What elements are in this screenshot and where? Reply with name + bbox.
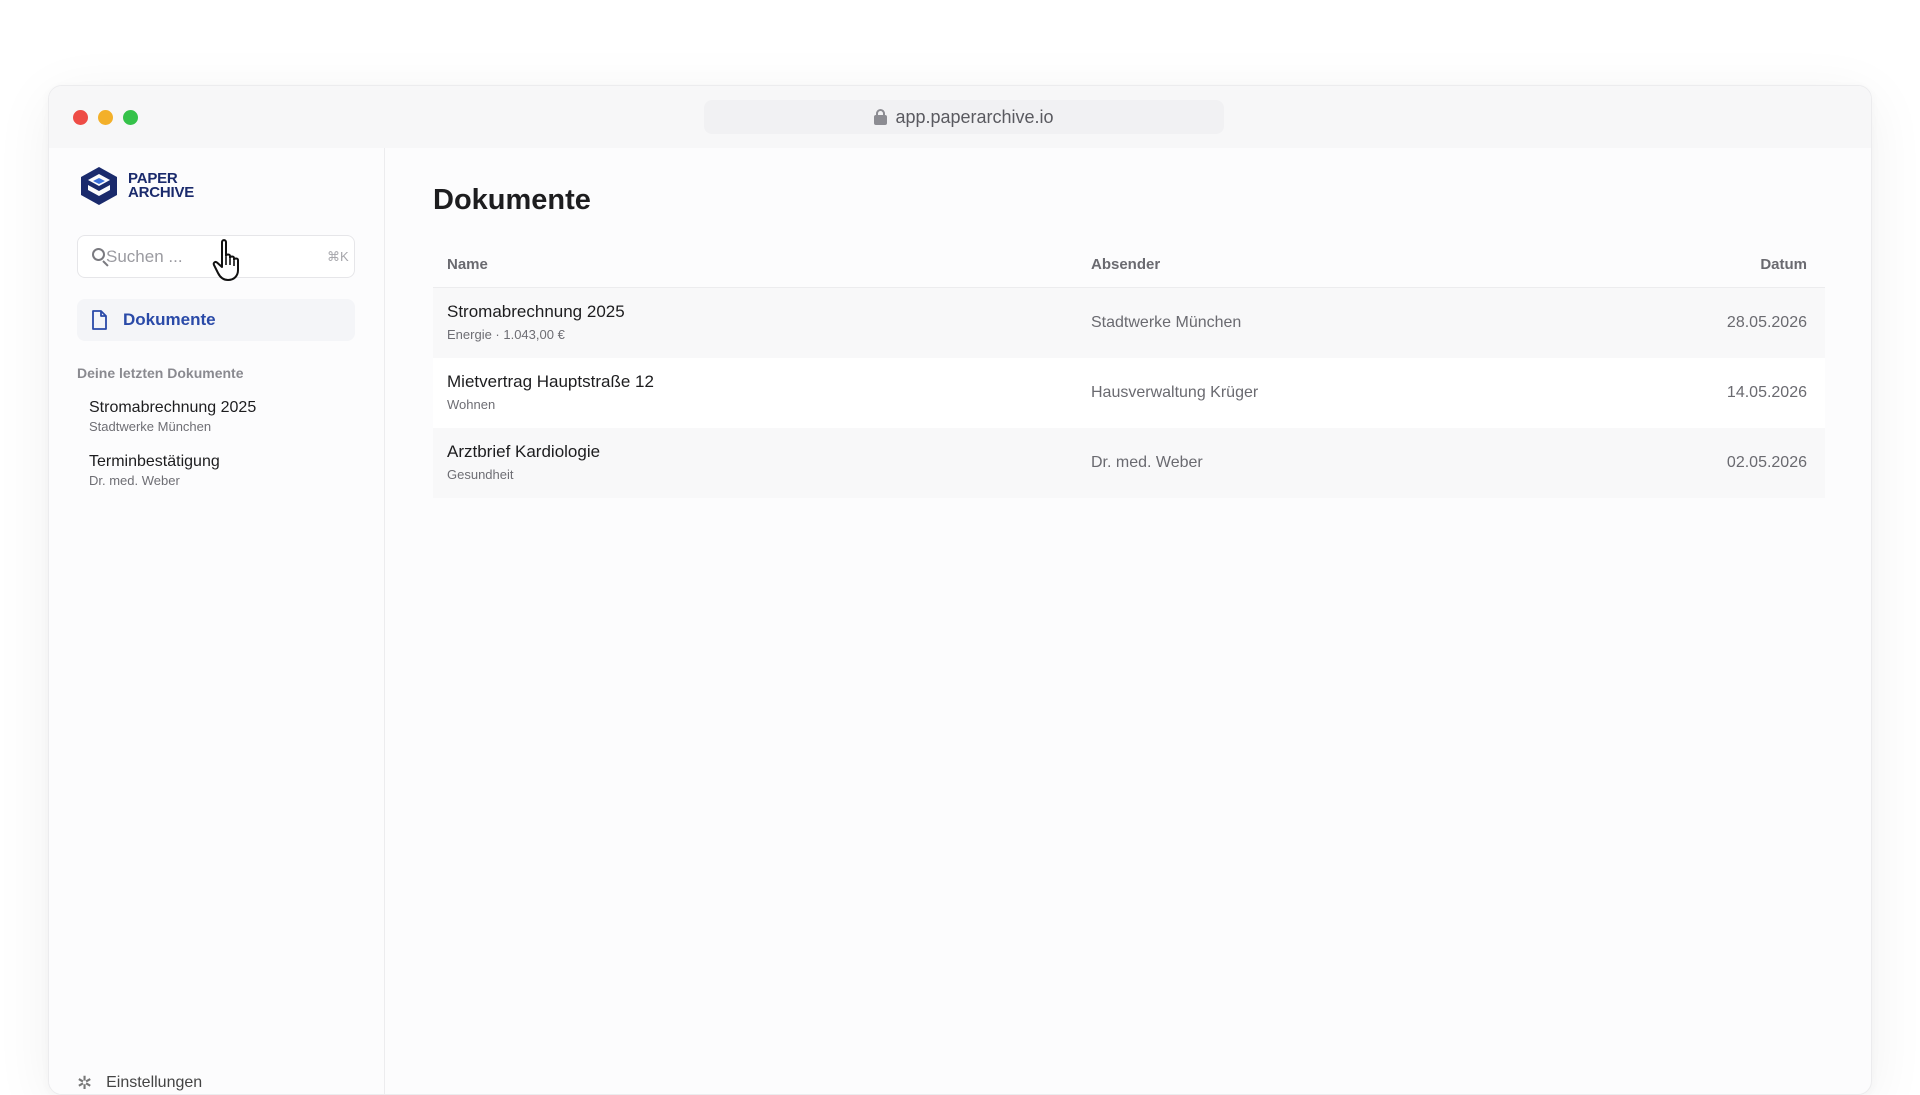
- document-date: 28.05.2026: [1726, 314, 1807, 331]
- document-meta: Wohnen: [447, 397, 496, 412]
- column-header-date[interactable]: Datum: [1625, 256, 1825, 273]
- address-bar[interactable]: app.paperarchive.io: [704, 100, 1224, 134]
- recent-documents-list: Stromabrechnung 2025 Stadtwerke München …: [89, 398, 256, 506]
- main-content: Dokumente Name Absender Datum Stromabrec…: [385, 148, 1871, 1094]
- recent-document-item[interactable]: Terminbestätigung Dr. med. Weber: [89, 452, 256, 490]
- document-title: Stromabrechnung 2025: [447, 302, 625, 321]
- document-meta: Energie · 1.043,00 €: [447, 327, 565, 342]
- close-window-button[interactable]: [73, 110, 88, 125]
- paper-archive-logo-icon: [81, 167, 117, 205]
- recent-document-sender: Stadtwerke München: [89, 419, 212, 434]
- recent-documents-heading: Deine letzten Dokumente: [77, 365, 244, 381]
- recent-document-item[interactable]: Stromabrechnung 2025 Stadtwerke München: [89, 398, 256, 436]
- titlebar: app.paperarchive.io: [49, 86, 1871, 148]
- lock-icon: [874, 109, 888, 125]
- settings-label: Einstellungen: [106, 1074, 203, 1091]
- document-date: 14.05.2026: [1726, 384, 1807, 401]
- maximize-window-button[interactable]: [123, 110, 138, 125]
- document-icon: [92, 310, 107, 330]
- document-sender: Stadtwerke München: [1091, 314, 1242, 331]
- document-title: Arztbrief Kardiologie: [447, 442, 601, 461]
- table-body: Stromabrechnung 2025 Energie · 1.043,00 …: [433, 288, 1825, 498]
- url-text: app.paperarchive.io: [895, 106, 1054, 127]
- document-meta: Gesundheit: [447, 467, 514, 482]
- table-row[interactable]: Stromabrechnung 2025 Energie · 1.043,00 …: [433, 288, 1825, 358]
- browser-window: app.paperarchive.io PAPER ARCHIVE ⌘K: [48, 85, 1872, 1095]
- document-title: Mietvertrag Hauptstraße 12: [447, 372, 654, 391]
- document-date: 02.05.2026: [1726, 454, 1807, 471]
- column-header-sender[interactable]: Absender: [1091, 256, 1625, 273]
- recent-document-title: Stromabrechnung 2025: [89, 399, 257, 416]
- recent-document-title: Terminbestätigung: [89, 453, 220, 470]
- document-sender: Dr. med. Weber: [1091, 454, 1203, 471]
- sidebar-item-dokumente[interactable]: Dokumente: [77, 299, 355, 341]
- column-header-name[interactable]: Name: [433, 256, 1091, 273]
- sidebar-item-label: Dokumente: [123, 310, 216, 329]
- gear-icon: ✲: [77, 1073, 93, 1093]
- settings-link[interactable]: ✲ Einstellungen: [77, 1074, 202, 1092]
- search-box[interactable]: ⌘K: [77, 235, 355, 278]
- search-input[interactable]: [106, 246, 327, 267]
- table-row[interactable]: Arztbrief Kardiologie Gesundheit Dr. med…: [433, 428, 1825, 498]
- search-shortcut-hint: ⌘K: [327, 248, 349, 264]
- table-row[interactable]: Mietvertrag Hauptstraße 12 Wohnen Hausve…: [433, 358, 1825, 428]
- recent-document-sender: Dr. med. Weber: [89, 473, 180, 488]
- document-sender: Hausverwaltung Krüger: [1091, 384, 1259, 401]
- documents-table: Name Absender Datum Stromabrechnung 2025…: [433, 242, 1825, 498]
- sidebar: PAPER ARCHIVE ⌘K Dokumente Deine letzten…: [49, 148, 385, 1094]
- table-header: Name Absender Datum: [433, 242, 1825, 288]
- page-title: Dokumente: [433, 184, 591, 216]
- logo-text: PAPER ARCHIVE: [128, 170, 195, 201]
- minimize-window-button[interactable]: [98, 110, 113, 125]
- logo[interactable]: PAPER ARCHIVE: [78, 165, 194, 207]
